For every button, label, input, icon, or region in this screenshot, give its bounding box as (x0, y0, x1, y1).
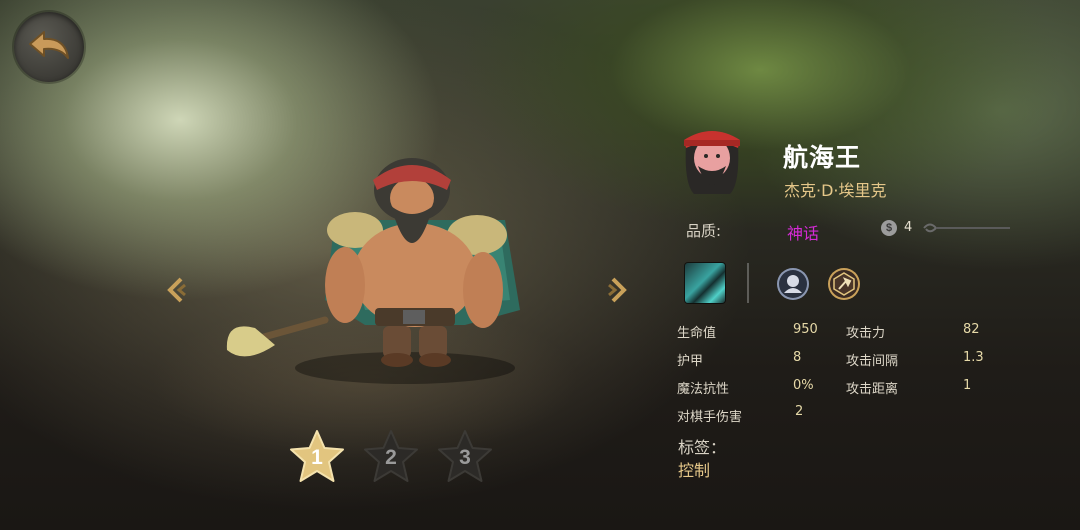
stat-armor-value: 8 (793, 350, 802, 365)
stat-player-dmg-value: 2 (795, 404, 804, 419)
coin-icon: $ (881, 220, 897, 236)
star-level-2-button[interactable]: 2 (362, 428, 420, 486)
class-trait-icon (833, 272, 855, 296)
stat-player-dmg-label: 对棋手伤害 (677, 410, 743, 425)
skill-icon[interactable] (685, 263, 725, 303)
next-hero-button[interactable] (607, 276, 629, 304)
stat-atk-range-label: 攻击距离 (846, 382, 899, 397)
cost-value: 4 (904, 220, 913, 235)
stat-hp-value: 950 (793, 322, 818, 337)
star-level-label: 2 (385, 446, 397, 469)
cost-decoration (923, 223, 1010, 233)
race-trait-icon (784, 275, 802, 293)
quality-value: 神话 (787, 224, 820, 243)
hero-subname: 杰克·D·埃里克 (784, 181, 887, 200)
divider (747, 263, 749, 303)
quality-label: 品质: (686, 222, 722, 240)
stat-mr-value: 0% (793, 378, 814, 393)
star-level-selector: 1 2 3 (288, 428, 494, 486)
stat-atk-interval-label: 攻击间隔 (846, 354, 899, 369)
race-trait-button[interactable] (777, 268, 809, 300)
star-level-label: 1 (311, 446, 323, 469)
stat-mr-label: 魔法抗性 (677, 382, 730, 397)
hero-model (215, 150, 545, 390)
stat-atk-value: 82 (963, 322, 980, 337)
tags-label: 标签： (678, 438, 727, 457)
hero-name: 航海王 (783, 143, 862, 172)
hero-portrait (680, 124, 744, 196)
stat-armor-label: 护甲 (677, 354, 704, 369)
tags-value: 控制 (678, 461, 711, 480)
stat-atk-label: 攻击力 (846, 326, 886, 341)
back-button[interactable] (14, 12, 84, 82)
star-level-label: 3 (459, 446, 471, 469)
previous-hero-button[interactable] (165, 276, 187, 304)
star-level-3-button[interactable]: 3 (436, 428, 494, 486)
chevron-left-icon (167, 277, 186, 303)
back-arrow-icon (29, 31, 69, 59)
stat-hp-label: 生命值 (677, 326, 717, 341)
stat-atk-range-value: 1 (963, 378, 972, 393)
chevron-right-icon (608, 277, 627, 303)
star-level-1-button[interactable]: 1 (288, 428, 346, 486)
class-trait-button[interactable] (828, 268, 860, 300)
stat-atk-interval-value: 1.3 (963, 350, 984, 365)
